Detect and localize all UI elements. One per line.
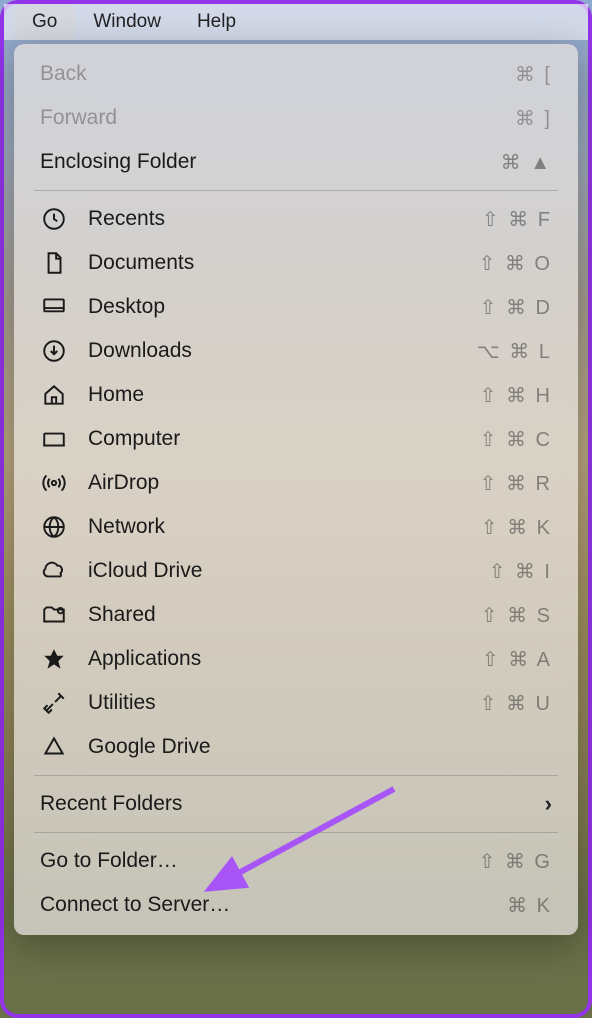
shortcut: ⇧ ⌘ U (480, 691, 552, 716)
menu-label: Back (40, 62, 515, 86)
go-dropdown-menu: Back ⌘ [ Forward ⌘ ] Enclosing Folder ⌘ … (14, 44, 578, 935)
menu-label: Forward (40, 106, 515, 130)
menu-label: Documents (88, 251, 479, 275)
shortcut: ⌘ K (507, 893, 552, 918)
menu-item-home[interactable]: Home ⇧ ⌘ H (14, 373, 578, 417)
shortcut: ⌘ ] (515, 106, 552, 131)
menu-label: iCloud Drive (88, 559, 489, 583)
applications-icon (40, 645, 68, 673)
shortcut: ⌘ [ (515, 62, 552, 87)
icloud-icon (40, 557, 68, 585)
google-drive-icon (40, 733, 68, 761)
menu-item-shared[interactable]: Shared ⇧ ⌘ S (14, 593, 578, 637)
menu-label: Connect to Server… (40, 893, 507, 917)
shortcut: ⇧ ⌘ S (481, 603, 552, 628)
chevron-right-icon: › (545, 791, 552, 817)
home-icon (40, 381, 68, 409)
menu-item-google-drive[interactable]: Google Drive (14, 725, 578, 769)
menu-label: AirDrop (88, 471, 480, 495)
menu-label: Downloads (88, 339, 477, 363)
menu-item-downloads[interactable]: Downloads ⌥ ⌘ L (14, 329, 578, 373)
menu-item-recent-folders[interactable]: Recent Folders › (14, 782, 578, 826)
menu-label: Utilities (88, 691, 480, 715)
shortcut: ⌥ ⌘ L (477, 339, 552, 364)
menu-item-desktop[interactable]: Desktop ⇧ ⌘ D (14, 285, 578, 329)
shortcut: ⇧ ⌘ R (480, 471, 552, 496)
airdrop-icon (40, 469, 68, 497)
menu-label: Applications (88, 647, 482, 671)
document-icon (40, 249, 68, 277)
shortcut: ⇧ ⌘ K (481, 515, 552, 540)
menu-separator (34, 832, 558, 833)
shortcut: ⇧ ⌘ A (482, 647, 552, 672)
menu-item-airdrop[interactable]: AirDrop ⇧ ⌘ R (14, 461, 578, 505)
menubar-item-help[interactable]: Help (179, 5, 254, 39)
menubar-item-go[interactable]: Go (14, 5, 75, 39)
menubar-item-window[interactable]: Window (75, 5, 179, 39)
menu-separator (34, 775, 558, 776)
clock-icon (40, 205, 68, 233)
menu-label: Network (88, 515, 481, 539)
menu-item-network[interactable]: Network ⇧ ⌘ K (14, 505, 578, 549)
menu-label: Recent Folders (40, 792, 545, 816)
menu-label: Home (88, 383, 480, 407)
menu-item-computer[interactable]: Computer ⇧ ⌘ C (14, 417, 578, 461)
shortcut: ⇧ ⌘ G (479, 849, 552, 874)
menu-separator (34, 190, 558, 191)
shared-folder-icon (40, 601, 68, 629)
menu-item-back: Back ⌘ [ (14, 52, 578, 96)
network-icon (40, 513, 68, 541)
menu-item-utilities[interactable]: Utilities ⇧ ⌘ U (14, 681, 578, 725)
desktop-icon (40, 293, 68, 321)
shortcut: ⇧ ⌘ H (480, 383, 552, 408)
shortcut: ⌘ ▲ (501, 150, 552, 175)
menubar: Go Window Help (4, 4, 588, 40)
menu-label: Go to Folder… (40, 849, 479, 873)
shortcut: ⇧ ⌘ F (482, 207, 552, 232)
menu-item-connect-to-server[interactable]: Connect to Server… ⌘ K (14, 883, 578, 927)
menu-item-enclosing-folder[interactable]: Enclosing Folder ⌘ ▲ (14, 140, 578, 184)
computer-icon (40, 425, 68, 453)
menu-label: Google Drive (88, 735, 552, 759)
menu-label: Shared (88, 603, 481, 627)
menu-item-applications[interactable]: Applications ⇧ ⌘ A (14, 637, 578, 681)
shortcut: ⇧ ⌘ C (480, 427, 552, 452)
menu-label: Desktop (88, 295, 480, 319)
shortcut: ⇧ ⌘ I (489, 559, 552, 584)
download-icon (40, 337, 68, 365)
menu-label: Enclosing Folder (40, 150, 501, 174)
menu-item-forward: Forward ⌘ ] (14, 96, 578, 140)
menu-item-go-to-folder[interactable]: Go to Folder… ⇧ ⌘ G (14, 839, 578, 883)
shortcut: ⇧ ⌘ O (479, 251, 552, 276)
menu-item-recents[interactable]: Recents ⇧ ⌘ F (14, 197, 578, 241)
menu-label: Recents (88, 207, 482, 231)
menu-item-icloud-drive[interactable]: iCloud Drive ⇧ ⌘ I (14, 549, 578, 593)
menu-item-documents[interactable]: Documents ⇧ ⌘ O (14, 241, 578, 285)
menu-label: Computer (88, 427, 480, 451)
shortcut: ⇧ ⌘ D (480, 295, 552, 320)
utilities-icon (40, 689, 68, 717)
